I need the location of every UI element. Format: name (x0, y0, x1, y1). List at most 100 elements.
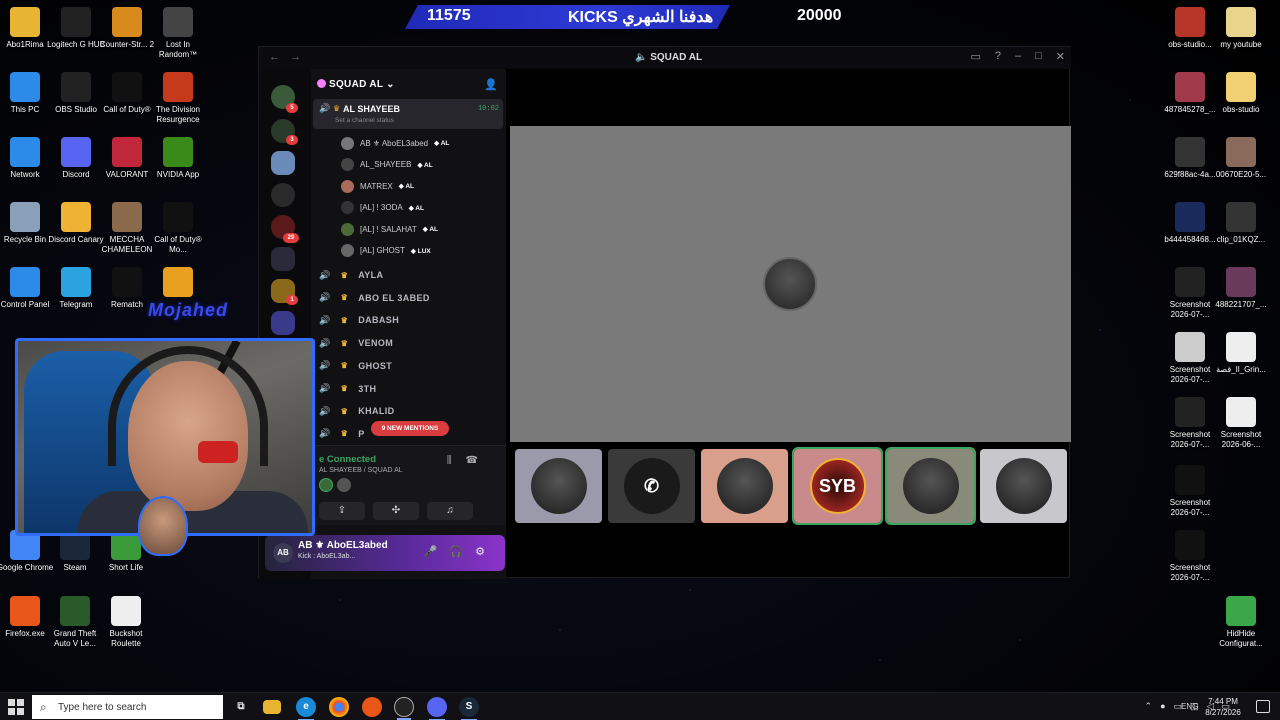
desktop-icon[interactable]: Discord (47, 137, 105, 180)
voice-member[interactable]: [AL] GHOST ◆ LUX (341, 242, 431, 260)
avatar[interactable]: AB (273, 543, 293, 563)
desktop-icon[interactable]: 487845278_... (1161, 72, 1219, 115)
user-name[interactable]: AB ⚜ AboEL3abed (298, 540, 388, 551)
desktop-icon[interactable]: OBS Studio (47, 72, 105, 115)
voice-member[interactable]: AB ⚜ AboEL3abed ◆ AL (341, 134, 449, 152)
desktop-icon[interactable]: Grand Theft Auto V Le... (46, 596, 104, 649)
desktop-icon[interactable]: VALORANT (98, 137, 156, 180)
server-icon[interactable] (271, 183, 295, 207)
activities-button[interactable]: ✣ (373, 502, 419, 520)
desktop-icon[interactable]: my youtube (1212, 7, 1270, 50)
inbox-icon[interactable]: ▭ (970, 50, 980, 63)
desktop-icon[interactable]: clip_01KQZ... (1212, 202, 1270, 245)
desktop-icon[interactable]: NVIDIA App (149, 137, 207, 180)
close-button[interactable]: ✕ (1056, 50, 1065, 63)
firefox-icon[interactable] (362, 697, 382, 717)
voice-channel[interactable]: 🔊 ♛ AYLA (319, 266, 383, 284)
mic-icon[interactable]: 🎤 (424, 546, 450, 558)
participant-tile[interactable]: ✆ (608, 449, 695, 523)
desktop-icon[interactable]: MECCHA CHAMELEON (98, 202, 156, 255)
discord-icon[interactable] (427, 697, 447, 720)
minimize-button[interactable]: – (1015, 50, 1021, 63)
desktop-icon[interactable]: obs-studio (1212, 72, 1270, 115)
notification-icon[interactable] (1256, 700, 1270, 713)
server-icon[interactable] (271, 151, 295, 175)
desktop-icon[interactable]: 00670E20-5... (1212, 137, 1270, 180)
clock[interactable]: 7:44 PM 8/27/2026 (1205, 696, 1241, 718)
task-view-icon[interactable]: ⧉ (231, 697, 251, 717)
voice-channel[interactable]: 🔊 ♛ KHALID (319, 402, 395, 420)
desktop-icon[interactable]: Screenshot 2026-07-... (1161, 397, 1219, 450)
desktop-icon[interactable]: Screenshot 2026-07-... (1161, 267, 1219, 320)
voice-member[interactable]: MATREX ◆ AL (341, 177, 414, 195)
desktop-icon[interactable]: Call of Duty® (98, 72, 156, 115)
participant-tile[interactable] (885, 447, 976, 525)
maximize-button[interactable]: □ (1035, 50, 1042, 63)
desktop-icon[interactable]: 488221707_... (1212, 267, 1270, 310)
desktop-icon[interactable]: This PC (0, 72, 54, 115)
participant-tile[interactable] (980, 449, 1067, 523)
desktop-icon[interactable] (149, 267, 207, 300)
voice-member[interactable]: [AL] ! SALAHAT ◆ AL (341, 220, 438, 238)
server-icon[interactable] (271, 247, 295, 271)
server-name[interactable]: SQUAD AL ⌄ (329, 79, 395, 90)
voice-status[interactable]: e Connected (319, 454, 376, 465)
file-explorer-icon[interactable] (263, 700, 281, 714)
nav-arrows[interactable]: ←→ (269, 51, 311, 63)
voice-member[interactable]: [AL] ! 3ODA ◆ AL (341, 199, 424, 217)
search-box[interactable]: ⌕ Type here to search (32, 695, 223, 719)
chevron-up-icon[interactable]: ⌃ (1145, 701, 1161, 711)
desktop-icon[interactable]: Screenshot 2026-07-... (1161, 530, 1219, 583)
gear-icon[interactable]: ⚙ (475, 546, 497, 558)
desktop-icon[interactable]: Abo1Rima (0, 7, 54, 50)
desktop-icon[interactable]: Screenshot 2026-06-... (1212, 397, 1270, 450)
participant-tile[interactable] (515, 449, 602, 523)
voice-channel[interactable]: 🔊 ♛ VENOM (319, 334, 393, 352)
desktop-icon[interactable]: Screenshot 2026-07-... (1161, 332, 1219, 385)
desktop-icon[interactable]: Network (0, 137, 54, 180)
desktop-icon[interactable]: قصة_Il_Grin... (1212, 332, 1270, 375)
language-indicator[interactable]: ENG (1181, 702, 1198, 711)
channel-status[interactable]: Set a channel status (335, 117, 394, 124)
edge-icon[interactable]: e (296, 697, 316, 720)
new-mentions-badge[interactable]: 9 NEW MENTIONS (371, 421, 449, 436)
start-button[interactable] (8, 699, 24, 715)
desktop-icon[interactable]: Control Panel (0, 267, 54, 310)
noise-icon[interactable]: ⫼ (447, 455, 466, 466)
participant-tile[interactable]: SYB (792, 447, 883, 525)
desktop-icon[interactable]: The Division Resurgence (149, 72, 207, 125)
desktop-icon[interactable]: Recycle Bin (0, 202, 54, 245)
headphones-icon[interactable]: 🎧 (449, 546, 475, 558)
desktop-icon[interactable]: Call of Duty® Mo... (149, 202, 207, 255)
desktop-icon[interactable]: Buckshot Roulette (97, 596, 155, 649)
desktop-icon[interactable]: Telegram (47, 267, 105, 310)
active-voice-channel[interactable]: 🔊 ♛ AL SHAYEEB 10:02 Set a channel statu… (313, 99, 503, 129)
add-member-icon[interactable]: 👤 (484, 78, 498, 91)
steam-icon[interactable]: S (459, 697, 479, 720)
obs-icon[interactable] (394, 697, 414, 720)
soundboard-button[interactable]: ♫ (427, 502, 473, 520)
voice-channel[interactable]: 🔊 ♛ 3TH (319, 380, 376, 398)
desktop-icon[interactable]: Lost In Random™ (149, 7, 207, 60)
focused-avatar[interactable] (763, 257, 817, 311)
chrome-icon[interactable] (329, 697, 349, 717)
voice-channel[interactable]: 🔊 ♛ P (319, 425, 365, 443)
desktop-icon[interactable]: Discord Canary (47, 202, 105, 245)
voice-channel[interactable]: 🔊 ♛ DABASH (319, 311, 399, 329)
voice-member[interactable]: AL_SHAYEEB ◆ AL (341, 156, 433, 174)
disconnect-icon[interactable]: ☎ (466, 455, 492, 466)
desktop-icon[interactable]: Screenshot 2026-07-... (1161, 465, 1219, 518)
voice-channel[interactable]: 🔊 ♛ GHOST (319, 357, 392, 375)
voice-channel[interactable]: 🔊 ♛ ABO EL 3ABED (319, 289, 430, 307)
desktop-icon[interactable]: obs-studio... (1161, 7, 1219, 50)
mic-icon[interactable]: ● (1160, 701, 1173, 711)
desktop-icon[interactable]: Logitech G HUB (47, 7, 105, 50)
desktop-icon[interactable]: HidHide Configurat... (1212, 596, 1270, 649)
help-icon[interactable]: ? (995, 50, 1001, 63)
desktop-icon[interactable]: 629f88ac-4a... (1161, 137, 1219, 180)
participant-tile[interactable] (701, 449, 788, 523)
desktop-icon[interactable]: b444458468... (1161, 202, 1219, 245)
desktop-icon[interactable]: Steam (46, 530, 104, 573)
desktop-icon[interactable]: Counter-Str... 2 (98, 7, 156, 50)
screen-share-button[interactable]: ⇪ (319, 502, 365, 520)
